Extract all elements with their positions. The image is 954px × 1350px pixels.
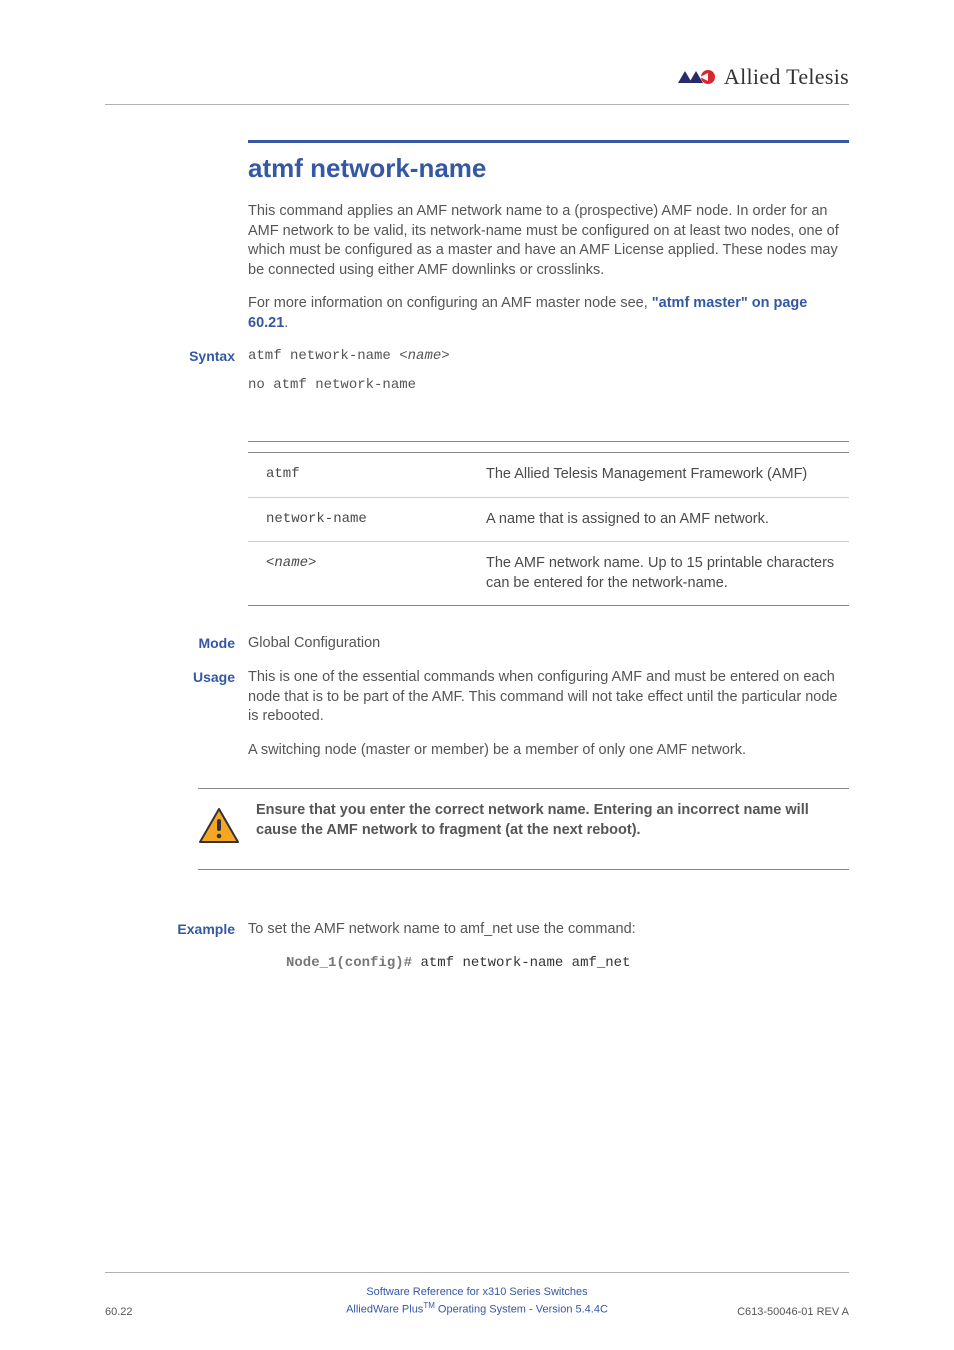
page-header: Allied Telesis: [105, 50, 849, 105]
caution-icon: [198, 807, 240, 845]
footer-center: Software Reference for x310 Series Switc…: [245, 1285, 709, 1318]
footer-page-number: 60.22: [105, 1306, 245, 1318]
table-row: <name> The AMF network name. Up to 15 pr…: [248, 542, 849, 606]
mode-section: Mode Global Configuration: [248, 634, 849, 654]
syntax-line-2: no atmf network-name: [248, 376, 849, 395]
example-label: Example: [105, 920, 248, 972]
table-row: atmf The Allied Telesis Management Frame…: [248, 453, 849, 498]
example-body: To set the AMF network name to amf_net u…: [248, 920, 849, 972]
page-title: atmf network-name: [248, 153, 849, 184]
example-section: Example To set the AMF network name to a…: [248, 920, 849, 972]
example-command: atmf network-name amf_net: [420, 955, 630, 971]
intro-p2-suffix: .: [284, 315, 288, 331]
example-prompt: Node_1(config)#: [286, 955, 412, 971]
table-top-rule: [248, 441, 849, 442]
example-intro: To set the AMF network name to amf_net u…: [248, 920, 849, 940]
mode-label: Mode: [105, 634, 248, 654]
logo-icon: [678, 69, 718, 85]
footer-line2: AlliedWare PlusTM Operating System - Ver…: [245, 1300, 709, 1318]
table-row: network-name A name that is assigned to …: [248, 497, 849, 542]
parameter-table: atmf The Allied Telesis Management Frame…: [248, 452, 849, 606]
page-footer: 60.22 Software Reference for x310 Series…: [105, 1272, 849, 1318]
usage-p1: This is one of the essential commands wh…: [248, 668, 849, 727]
caution-text: Ensure that you enter the correct networ…: [256, 801, 849, 845]
intro-paragraph-1: This command applies an AMF network name…: [248, 202, 849, 280]
syntax-line-1: atmf network-name <name>: [248, 347, 849, 366]
title-rule: [248, 140, 849, 143]
param-desc: A name that is assigned to an AMF networ…: [468, 497, 849, 542]
mode-text: Global Configuration: [248, 634, 849, 654]
usage-section: Usage This is one of the essential comma…: [248, 668, 849, 774]
footer-line1: Software Reference for x310 Series Switc…: [245, 1285, 709, 1300]
main-content: atmf network-name This command applies a…: [105, 140, 849, 973]
brand-logo: Allied Telesis: [678, 64, 849, 90]
usage-body: This is one of the essential commands wh…: [248, 668, 849, 774]
usage-p2: A switching node (master or member) be a…: [248, 741, 849, 761]
brand-text: Allied Telesis: [724, 64, 849, 90]
syntax-body: atmf network-name <name> no atmf network…: [248, 347, 849, 405]
intro-paragraph-2: For more information on configuring an A…: [248, 294, 849, 333]
syntax-label: Syntax: [105, 347, 248, 427]
param-name: atmf: [248, 453, 468, 498]
param-desc: The Allied Telesis Management Framework …: [468, 453, 849, 498]
caution-block: Ensure that you enter the correct networ…: [198, 788, 849, 870]
param-name: network-name: [248, 497, 468, 542]
usage-label: Usage: [105, 668, 248, 774]
param-desc: The AMF network name. Up to 15 printable…: [468, 542, 849, 606]
footer-doc-id: C613-50046-01 REV A: [709, 1306, 849, 1318]
syntax-section: Syntax atmf network-name <name> no atmf …: [248, 347, 849, 427]
param-name: <name>: [248, 542, 468, 606]
intro-p2-prefix: For more information on configuring an A…: [248, 295, 652, 311]
example-command-line: Node_1(config)# atmf network-name amf_ne…: [248, 954, 849, 973]
